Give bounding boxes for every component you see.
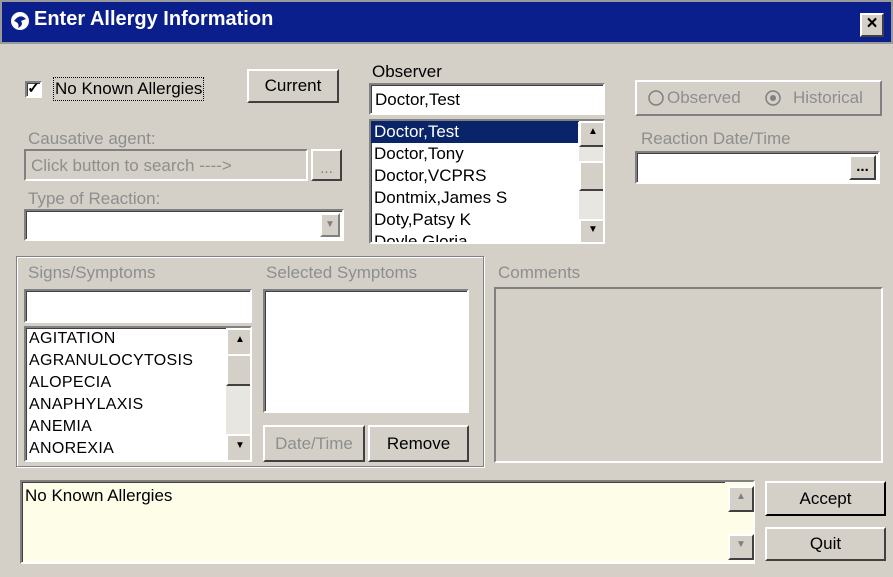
no-known-allergies-checkbox[interactable]: ✓ — [25, 81, 42, 98]
observer-label: Observer — [372, 62, 442, 81]
current-button[interactable]: Current — [247, 69, 339, 103]
observer-list-item[interactable]: Doctor,Test — [371, 121, 578, 143]
symptom-list-item[interactable]: AGITATION — [26, 328, 224, 350]
symptom-list-item[interactable]: ANAPHYLAXIS — [26, 394, 224, 416]
accept-button[interactable]: Accept — [765, 481, 886, 516]
observed-radio-icon[interactable] — [648, 90, 664, 106]
signs-scrollbar[interactable]: ▲ ▼ — [226, 328, 250, 460]
observer-listbox[interactable]: Doctor,Test Doctor,Tony Doctor,VCPRS Dontmi… — [369, 119, 605, 244]
scroll-down-icon[interactable]: ▼ — [579, 219, 603, 242]
signs-symptoms-label: Signs/Symptoms — [28, 263, 156, 282]
observer-list-item[interactable]: Doty,Patsy K — [371, 209, 578, 231]
historical-radio-label[interactable]: Historical — [793, 88, 863, 108]
symptom-list-item[interactable]: ANOREXIA — [26, 438, 224, 460]
scroll-down-icon[interactable]: ▼ — [226, 434, 250, 460]
scroll-thumb[interactable] — [226, 354, 250, 386]
selected-symptoms-label: Selected Symptoms — [266, 263, 418, 282]
symptom-list-item[interactable]: ALOPECIA — [26, 372, 224, 394]
scroll-up-icon[interactable]: ▲ — [728, 486, 754, 512]
close-button[interactable]: × — [860, 13, 884, 37]
reaction-datetime-label: Reaction Date/Time — [641, 129, 791, 148]
comments-area[interactable] — [494, 287, 883, 463]
datetime-button[interactable]: Date/Time — [263, 425, 365, 462]
causative-agent-placeholder: Click button to search ----> — [31, 156, 232, 175]
observed-radio-label[interactable]: Observed — [667, 88, 741, 108]
summary-scrollbar[interactable]: ▲ ▼ — [725, 482, 754, 562]
reaction-type-label: Type of Reaction: — [28, 189, 161, 208]
causative-agent-label: Causative agent: — [28, 129, 156, 148]
scroll-down-icon[interactable]: ▼ — [728, 534, 754, 560]
signs-listbox[interactable]: AGITATION AGRANULOCYTOSIS ALOPECIA ANAPHYLA… — [24, 326, 252, 462]
scroll-up-icon[interactable]: ▲ — [579, 121, 603, 147]
comments-label: Comments — [498, 263, 581, 282]
scroll-up-icon[interactable]: ▲ — [226, 328, 250, 356]
remove-button[interactable]: Remove — [368, 425, 469, 462]
selected-symptoms-listbox[interactable] — [263, 289, 469, 413]
observer-list-item[interactable]: Doctor,Tony — [371, 143, 578, 165]
signs-search-input[interactable] — [24, 289, 252, 323]
reaction-datetime-button[interactable]: ... — [849, 155, 876, 180]
observer-list-item[interactable]: Dontmix,James S — [371, 187, 578, 209]
observer-list-item[interactable]: Doctor,VCPRS — [371, 165, 578, 187]
symptom-list-item[interactable]: AGRANULOCYTOSIS — [26, 350, 224, 372]
symptom-list-item[interactable]: ANEMIA — [26, 416, 224, 438]
observer-input-value: Doctor,Test — [375, 90, 461, 109]
causative-search-button[interactable]: ... — [311, 149, 342, 181]
no-known-allergies-label[interactable]: No Known Allergies — [52, 77, 205, 101]
reaction-datetime-input[interactable]: ... — [635, 151, 880, 184]
window-title: Enter Allergy Information — [34, 8, 274, 30]
quit-button[interactable]: Quit — [765, 527, 886, 561]
app-icon — [11, 12, 29, 30]
scroll-thumb[interactable] — [579, 161, 603, 191]
chevron-down-icon[interactable]: ▼ — [320, 213, 340, 237]
observer-list-item[interactable]: Doyle,Gloria — [371, 231, 578, 242]
summary-text: No Known Allergies — [25, 486, 173, 505]
observer-input[interactable]: Doctor,Test — [369, 83, 605, 115]
observer-scrollbar[interactable]: ▲ ▼ — [579, 121, 603, 242]
historical-radio-icon[interactable] — [765, 90, 781, 106]
reaction-type-select[interactable]: ▼ — [24, 209, 344, 241]
summary-textarea[interactable]: No Known Allergies ▲ ▼ — [20, 480, 755, 564]
causative-agent-input[interactable]: Click button to search ----> — [24, 149, 308, 181]
